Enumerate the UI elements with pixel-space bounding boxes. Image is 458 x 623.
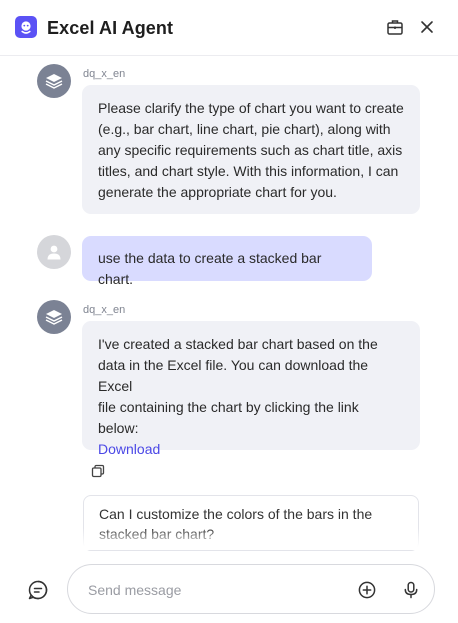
close-button[interactable] bbox=[417, 17, 437, 37]
new-chat-icon bbox=[28, 580, 48, 600]
message-line: Please clarify the type of chart you wan… bbox=[98, 100, 404, 116]
attach-button[interactable] bbox=[356, 579, 378, 601]
user-avatar bbox=[37, 235, 71, 269]
suggested-question[interactable]: Can I customize the colors of the bars i… bbox=[83, 495, 419, 551]
layers-icon bbox=[45, 310, 63, 325]
message-line: file containing the chart by clicking th… bbox=[98, 399, 359, 415]
close-icon bbox=[421, 21, 433, 33]
app-title: Excel AI Agent bbox=[47, 18, 174, 38]
header: Excel AI Agent bbox=[0, 0, 458, 56]
message-text: use the data to create a stacked bar cha… bbox=[98, 250, 322, 287]
message-composer bbox=[67, 564, 435, 614]
toolbox-button[interactable] bbox=[385, 17, 405, 37]
new-chat-button[interactable] bbox=[25, 577, 51, 603]
robot-icon bbox=[15, 16, 37, 38]
plus-circle-icon bbox=[358, 581, 376, 599]
user-message-bubble: use the data to create a stacked bar cha… bbox=[82, 236, 372, 287]
message-line: generate the appropriate chart for you. bbox=[98, 184, 337, 200]
message-line: data in the Excel file. You can download… bbox=[98, 357, 369, 394]
message-line: titles, and chart style. With this infor… bbox=[98, 163, 399, 179]
message-input[interactable] bbox=[88, 579, 338, 601]
message-line: I've created a stacked bar chart based o… bbox=[98, 336, 378, 352]
message-line: any specific requirements such as chart … bbox=[98, 142, 403, 158]
bot-avatar bbox=[37, 300, 71, 334]
suggestion-line: stacked bar chart? bbox=[99, 526, 215, 542]
copy-icon bbox=[91, 464, 105, 478]
sender-name: dq_x_en bbox=[83, 304, 126, 316]
sender-name: dq_x_en bbox=[83, 68, 126, 80]
toolbox-icon bbox=[387, 20, 403, 35]
voice-input-button[interactable] bbox=[400, 579, 422, 601]
user-icon bbox=[47, 245, 61, 260]
bot-message-bubble: Please clarify the type of chart you wan… bbox=[82, 85, 420, 214]
bot-message-bubble: I've created a stacked bar chart based o… bbox=[82, 321, 420, 457]
layers-icon bbox=[45, 74, 63, 89]
download-link[interactable]: Download bbox=[98, 441, 160, 457]
copy-button[interactable] bbox=[91, 464, 105, 478]
bot-avatar bbox=[37, 64, 71, 98]
message-line: (e.g., bar chart, line chart, pie chart)… bbox=[98, 121, 391, 137]
message-line: below: bbox=[98, 420, 139, 436]
suggestion-line: Can I customize the colors of the bars i… bbox=[99, 506, 373, 522]
microphone-icon bbox=[404, 581, 418, 599]
